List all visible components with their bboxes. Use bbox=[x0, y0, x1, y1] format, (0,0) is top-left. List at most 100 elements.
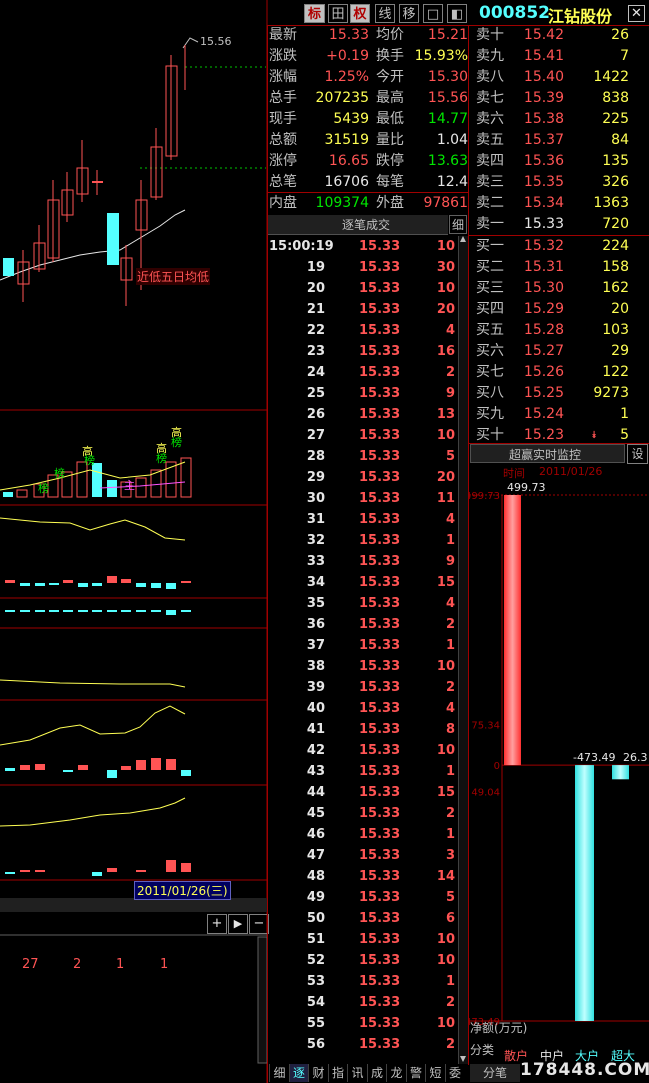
tick-time: 33 bbox=[306, 554, 325, 569]
tab-yi[interactable]: 移 bbox=[399, 4, 419, 23]
order-price: 15.38 bbox=[523, 111, 564, 127]
quote-label: 总额 bbox=[269, 132, 297, 148]
bottom-tab[interactable]: 委 bbox=[444, 1064, 465, 1082]
order-row-buy[interactable]: 买八 15.25 9273 bbox=[474, 383, 649, 404]
order-volume: 225 bbox=[602, 111, 629, 127]
y-tick-label: 75.34 bbox=[471, 720, 500, 731]
tab-xian[interactable]: 线 bbox=[375, 4, 395, 23]
tick-volume: 3 bbox=[445, 848, 455, 863]
order-label: 卖五 bbox=[476, 132, 504, 148]
order-label: 买四 bbox=[476, 301, 504, 317]
tick-row: 39 15.33 2 bbox=[269, 677, 459, 698]
tick-volume: 6 bbox=[445, 911, 455, 926]
order-row-buy[interactable]: 买一 15.32 224 bbox=[474, 236, 649, 257]
bottom-tab[interactable]: 逐 bbox=[288, 1064, 309, 1082]
play-button[interactable]: ▶ bbox=[228, 914, 248, 934]
tick-volume: 10 bbox=[436, 932, 455, 947]
order-volume: 1422 bbox=[593, 69, 629, 85]
bottom-tab[interactable]: 短 bbox=[425, 1064, 445, 1082]
quote-value: 15.33 bbox=[328, 27, 369, 43]
order-row-sell[interactable]: 卖三 15.35 326 bbox=[474, 172, 649, 193]
order-row-sell[interactable]: 卖二 15.34 1363 bbox=[474, 193, 649, 214]
tick-volume: 2 bbox=[445, 365, 455, 380]
order-label: 买六 bbox=[476, 343, 504, 359]
tick-time: 47 bbox=[306, 848, 325, 863]
bottom-tab[interactable]: 指 bbox=[327, 1064, 348, 1082]
order-row-sell[interactable]: 卖六 15.38 225 bbox=[474, 109, 649, 130]
order-row-buy[interactable]: 买三 15.30 162 bbox=[474, 278, 649, 299]
scroll-up-icon[interactable] bbox=[460, 236, 466, 242]
tab-grid[interactable]: 田 bbox=[328, 4, 348, 23]
tick-row: 48 15.33 14 bbox=[269, 866, 459, 887]
order-row-buy[interactable]: 买九 15.24 1 bbox=[474, 404, 649, 425]
tick-time: 41 bbox=[306, 722, 325, 737]
tick-row: 54 15.33 2 bbox=[269, 992, 459, 1013]
bottom-tab[interactable]: 细 bbox=[269, 1064, 289, 1082]
quote-value: 5439 bbox=[333, 111, 369, 127]
ticks-detail-button[interactable]: 细 bbox=[449, 215, 467, 234]
panel-toggle-icon[interactable]: ◧ bbox=[447, 4, 467, 23]
tick-volume: 10 bbox=[436, 239, 455, 254]
scroll-down-icon[interactable] bbox=[460, 1056, 466, 1062]
bottom-tab[interactable]: 警 bbox=[405, 1064, 426, 1082]
order-label: 卖二 bbox=[476, 195, 504, 211]
order-row-buy[interactable]: 买四 15.29 20 bbox=[474, 299, 649, 320]
net-flow-chart: 499.7375.34049.04473.49499.73-473.4926.3 bbox=[469, 481, 649, 1028]
order-volume: 224 bbox=[602, 238, 629, 254]
order-row-sell[interactable]: 卖五 15.37 84 bbox=[474, 130, 649, 151]
order-volume: 162 bbox=[602, 280, 629, 296]
tick-volume: 10 bbox=[436, 1016, 455, 1031]
order-row-sell[interactable]: 卖九 15.41 7 bbox=[474, 46, 649, 67]
bottom-tab[interactable]: 财 bbox=[308, 1064, 328, 1082]
close-icon[interactable]: ✕ bbox=[628, 5, 645, 22]
bottom-tab[interactable]: 讯 bbox=[347, 1064, 367, 1082]
tick-row: 21 15.33 20 bbox=[269, 299, 459, 320]
quote-label: 量比 bbox=[376, 132, 404, 148]
order-volume: 5 bbox=[620, 427, 629, 443]
bottom-tab[interactable]: 成 bbox=[366, 1064, 387, 1082]
quote-label: 最低 bbox=[376, 111, 404, 127]
order-row-buy[interactable]: 买五 15.28 103 bbox=[474, 320, 649, 341]
add-button[interactable]: + bbox=[207, 914, 227, 934]
ticks-scrollbar[interactable] bbox=[458, 236, 468, 1064]
order-row-sell[interactable]: 卖七 15.39 838 bbox=[474, 88, 649, 109]
bottom-tab[interactable]: 龙 bbox=[386, 1064, 406, 1082]
order-row-buy[interactable]: 买六 15.27 29 bbox=[474, 341, 649, 362]
order-row-buy[interactable]: 买二 15.31 158 bbox=[474, 257, 649, 278]
monitor-settings-button[interactable]: 设 bbox=[627, 444, 648, 464]
minus-button[interactable]: − bbox=[249, 914, 269, 934]
window-icon[interactable]: □ bbox=[423, 4, 443, 23]
tick-time: 21 bbox=[306, 302, 325, 317]
tab-biao[interactable]: 标 bbox=[304, 4, 325, 23]
quote-label: 最新 bbox=[269, 27, 297, 43]
quote-label: 涨停 bbox=[269, 153, 297, 169]
order-row-sell[interactable]: 卖十 15.42 26 bbox=[474, 25, 649, 46]
bar-value-label: 26.3 bbox=[623, 751, 648, 764]
order-row-sell[interactable]: 卖四 15.36 135 bbox=[474, 151, 649, 172]
order-price: 15.41 bbox=[523, 48, 564, 64]
order-row-sell[interactable]: 卖一 15.33 720 bbox=[474, 214, 649, 235]
order-volume: 838 bbox=[602, 90, 629, 106]
tick-volume: 2 bbox=[445, 680, 455, 695]
order-row-buy[interactable]: 买七 15.26 122 bbox=[474, 362, 649, 383]
tick-row: 22 15.33 4 bbox=[269, 320, 459, 341]
order-row-buy[interactable]: 买十 15.23 5 ⯯ bbox=[474, 425, 649, 446]
tick-time: 42 bbox=[306, 743, 325, 758]
order-volume: 20 bbox=[611, 301, 629, 317]
tab-quan[interactable]: 权 bbox=[350, 4, 370, 23]
tick-time: 39 bbox=[306, 680, 325, 695]
tick-volume: 2 bbox=[445, 995, 455, 1010]
order-volume: 7 bbox=[620, 48, 629, 64]
order-price: 15.24 bbox=[523, 406, 564, 422]
ticks-header: 逐笔成交 bbox=[268, 215, 448, 235]
tick-row: 47 15.33 3 bbox=[269, 845, 459, 866]
down-arrow-icon: ⯯ bbox=[591, 430, 597, 441]
order-volume: 720 bbox=[602, 216, 629, 232]
tab-fenbi[interactable]: 分笔 bbox=[470, 1064, 520, 1082]
tick-time: 56 bbox=[306, 1037, 325, 1052]
order-price: 15.25 bbox=[523, 385, 564, 401]
vol-tag: 榜 bbox=[171, 436, 182, 449]
tick-time: 46 bbox=[306, 827, 325, 842]
quote-label: 现手 bbox=[269, 111, 297, 127]
order-row-sell[interactable]: 卖八 15.40 1422 bbox=[474, 67, 649, 88]
